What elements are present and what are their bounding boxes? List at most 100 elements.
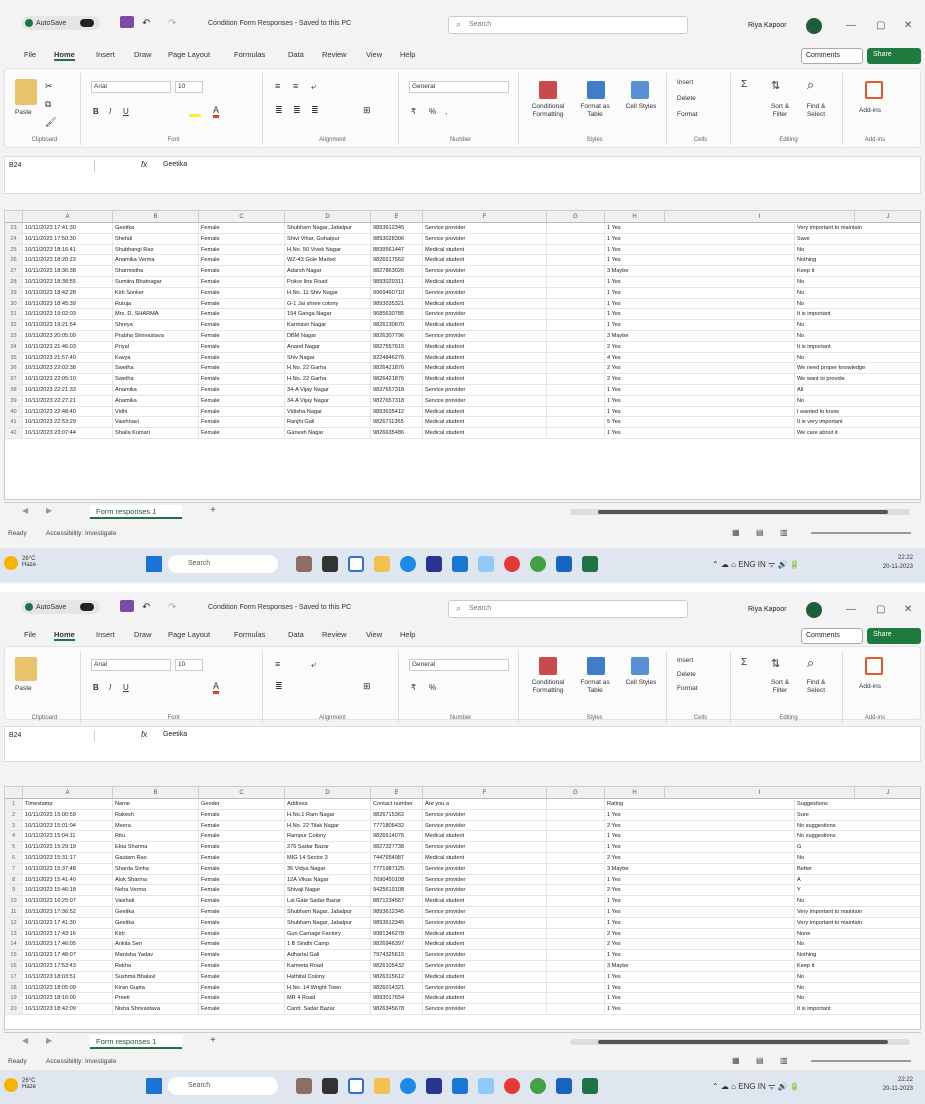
table-cell[interactable]: 1 Yes (605, 906, 795, 917)
widgets-icon[interactable] (296, 556, 312, 572)
table-cell[interactable]: 2 Yes (605, 852, 795, 863)
table-cell[interactable]: 1 Yes (605, 831, 795, 842)
cell-styles-icon[interactable] (631, 81, 649, 99)
table-cell[interactable]: 9893612345 (371, 917, 423, 928)
table-cell[interactable]: Vidhi (113, 406, 199, 417)
table-cell[interactable]: Service provider (423, 384, 547, 395)
table-cell[interactable]: Shubham Nagar, Jabalpur (285, 223, 371, 233)
table-cell[interactable]: 9826014321 (371, 982, 423, 993)
table-cell[interactable]: Kiran Gupta (113, 982, 199, 993)
menu-view[interactable]: View (366, 630, 382, 639)
table-cell[interactable]: Female (199, 939, 285, 950)
share-button[interactable]: Share (867, 628, 921, 644)
zoom-slider[interactable] (811, 532, 911, 534)
table-cell[interactable]: 1 Yes (605, 276, 795, 287)
table-cell[interactable]: No (795, 299, 920, 309)
table-cell[interactable]: Shiv Nagar (285, 352, 371, 363)
table-cell[interactable]: Service provider (423, 233, 547, 244)
table-cell[interactable]: Mrs. D. SHARMA (113, 309, 199, 320)
table-cell[interactable]: Medical student (423, 896, 547, 906)
table-cell[interactable]: 1 Yes (605, 982, 795, 993)
table-cell[interactable]: H.No. 50 Vivek Nagar (285, 244, 371, 255)
insert-cells-button[interactable]: Insert (677, 79, 693, 86)
undo-icon[interactable]: ↶ (142, 600, 150, 614)
column-header-b[interactable]: B (113, 211, 199, 222)
column-header-a[interactable]: A (23, 787, 113, 798)
table-cell[interactable]: Female (199, 906, 285, 917)
table-cell[interactable]: 10/11/2023 15:31:17 (23, 852, 113, 863)
table-cell[interactable] (547, 266, 605, 276)
table-cell[interactable]: 1 Yes (605, 842, 795, 852)
table-cell[interactable]: 8871234567 (371, 896, 423, 906)
search-input[interactable]: Search (448, 16, 688, 34)
table-cell[interactable] (547, 896, 605, 906)
close-icon[interactable]: ✕ (904, 20, 912, 31)
cell-styles-button[interactable]: Cell Styles (621, 103, 661, 111)
table-cell[interactable] (547, 799, 605, 809)
clock[interactable]: 22:22 20-11-2023 (883, 1076, 913, 1094)
autosave-toggle[interactable]: AutoSave (22, 600, 100, 614)
table-cell[interactable]: 2 Yes (605, 939, 795, 950)
table-cell[interactable] (547, 1004, 605, 1014)
task-view-icon[interactable] (322, 556, 338, 572)
table-cell[interactable]: 9826421876 (371, 363, 423, 374)
table-cell[interactable]: Service provider (423, 960, 547, 971)
taskbar-search[interactable]: Search (168, 555, 278, 573)
table-cell[interactable]: Keep it (795, 961, 920, 971)
table-cell[interactable]: Female (199, 874, 285, 885)
table-cell[interactable]: 3 Maybe (605, 863, 795, 874)
row-number[interactable]: 11 (5, 906, 23, 917)
paste-button[interactable]: Paste (15, 685, 32, 692)
sheet-tab-form-responses[interactable]: Form responses 1 (90, 505, 182, 519)
table-cell[interactable] (547, 320, 605, 330)
table-cell[interactable]: 4 Yes (605, 352, 795, 363)
sort-filter-icon[interactable]: ⇅ (771, 79, 780, 92)
table-cell[interactable]: Kirti Sonker (113, 287, 199, 298)
table-cell[interactable]: 12A Vikas Nagar (285, 874, 371, 885)
table-cell[interactable] (547, 244, 605, 255)
sort-filter-button[interactable]: Sort & Filter (765, 103, 795, 119)
avatar[interactable] (806, 602, 822, 618)
autosum-icon[interactable]: Σ (741, 79, 747, 90)
table-cell[interactable]: 10/11/2023 21:57:40 (23, 352, 113, 363)
table-cell[interactable]: Prabha Shrivastava (113, 330, 199, 341)
bold-button[interactable]: B (93, 683, 99, 692)
table-cell[interactable] (547, 971, 605, 982)
table-cell[interactable]: 276 Sadar Bazar (285, 842, 371, 852)
table-cell[interactable]: 3 Maybe (605, 960, 795, 971)
font-name-select[interactable]: Arial (91, 81, 171, 93)
format-painter-icon[interactable]: 🖌 (45, 117, 56, 128)
formula-input[interactable]: Geetika (163, 731, 187, 738)
table-cell[interactable]: 1 Yes (605, 993, 795, 1004)
table-cell[interactable]: Shaila Kumari (113, 428, 199, 438)
table-cell[interactable]: Ritu (113, 831, 199, 842)
table-cell[interactable]: Shreya (113, 320, 199, 330)
table-cell[interactable]: 9826715362 (371, 809, 423, 820)
row-number[interactable]: 10 (5, 896, 23, 906)
table-cell[interactable]: Female (199, 1004, 285, 1014)
table-cell[interactable]: Medical student (423, 341, 547, 352)
table-cell[interactable] (547, 384, 605, 395)
row-number[interactable]: 30 (5, 298, 23, 309)
windows-start-icon[interactable] (146, 556, 162, 572)
table-cell[interactable] (547, 374, 605, 384)
table-cell[interactable]: Medical student (423, 276, 547, 287)
table-cell[interactable]: Medical student (423, 831, 547, 842)
table-cell[interactable]: H.No. 22 Garha (285, 363, 371, 374)
table-cell[interactable]: It is important (795, 1004, 920, 1014)
underline-button[interactable]: U (123, 683, 129, 692)
merge-center-icon[interactable]: ⊞ (363, 105, 371, 116)
edge-icon[interactable] (400, 1078, 416, 1094)
table-cell[interactable]: Gun Carriage Factory (285, 928, 371, 939)
weather-icon[interactable] (4, 1078, 18, 1092)
font-color-icon[interactable]: A (213, 105, 220, 118)
table-cell[interactable]: Female (199, 842, 285, 852)
table-cell[interactable]: Geetika (113, 917, 199, 928)
weather-icon[interactable] (4, 556, 18, 570)
row-number[interactable]: 24 (5, 233, 23, 244)
table-cell[interactable] (547, 417, 605, 428)
table-cell[interactable]: Female (199, 309, 285, 320)
table-cell[interactable]: Female (199, 960, 285, 971)
table-cell[interactable]: Rating (605, 799, 795, 809)
row-number[interactable]: 41 (5, 417, 23, 428)
